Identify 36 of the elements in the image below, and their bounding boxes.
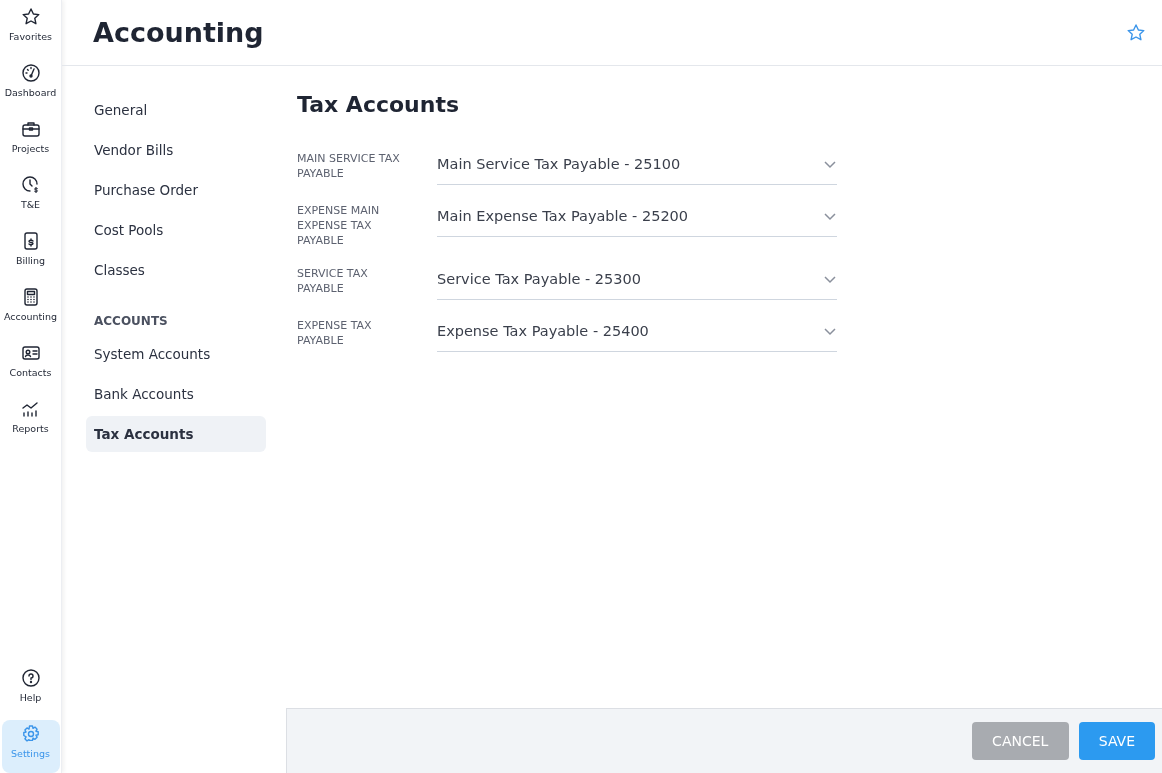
settings-nav-item[interactable]: Bank Accounts (86, 376, 266, 412)
rail-item[interactable]: Dashboard (1, 59, 60, 112)
rail-item[interactable]: Favorites (1, 3, 60, 56)
star-icon[interactable] (1126, 22, 1146, 43)
gauge-icon (20, 63, 41, 83)
settings-nav-item[interactable]: Tax Accounts (86, 416, 266, 452)
account-dropdown[interactable]: Main Service Tax Payable - 25100 (437, 147, 837, 185)
field-label: EXPENSE TAX PAYABLE (297, 318, 373, 349)
settings-nav-item[interactable]: System Accounts (86, 336, 266, 372)
settings-nav-item[interactable]: Classes (86, 252, 266, 288)
page-title: Accounting (93, 17, 264, 48)
rail-item[interactable]: Reports (1, 395, 60, 448)
settings-nav-item[interactable]: General (86, 92, 266, 128)
rail-item[interactable]: Projects (1, 115, 60, 168)
account-dropdown[interactable]: Expense Tax Payable - 25400 (437, 314, 837, 352)
account-dropdown[interactable]: Service Tax Payable - 25300 (437, 262, 837, 300)
section-title: Tax Accounts (297, 92, 461, 117)
settings-nav-item[interactable]: Cost Pools (86, 212, 266, 248)
rail-item[interactable]: T&E (1, 171, 60, 224)
briefcase-icon (20, 119, 41, 139)
contact-card-icon (20, 343, 41, 363)
rail-item[interactable]: Help (1, 664, 60, 717)
help-icon (20, 668, 41, 688)
star-icon (20, 7, 41, 27)
account-dropdown[interactable]: Main Expense Tax Payable - 25200 (437, 199, 837, 237)
field-label: EXPENSE MAIN EXPENSE TAX PAYABLE (297, 203, 381, 248)
clock-icon (20, 175, 41, 195)
field-label: SERVICE TAX PAYABLE (297, 266, 369, 297)
rail-item[interactable]: Accounting (1, 283, 60, 336)
nav-section-heading: ACCOUNTS (93, 313, 169, 330)
rail-item[interactable]: Contacts (1, 339, 60, 392)
settings-nav-item[interactable]: Vendor Bills (86, 132, 266, 168)
settings-nav-item[interactable]: Purchase Order (86, 172, 266, 208)
field-label: MAIN SERVICE TAX PAYABLE (297, 151, 401, 182)
rail-item[interactable]: Billing (1, 227, 60, 280)
gear-icon (20, 724, 41, 744)
